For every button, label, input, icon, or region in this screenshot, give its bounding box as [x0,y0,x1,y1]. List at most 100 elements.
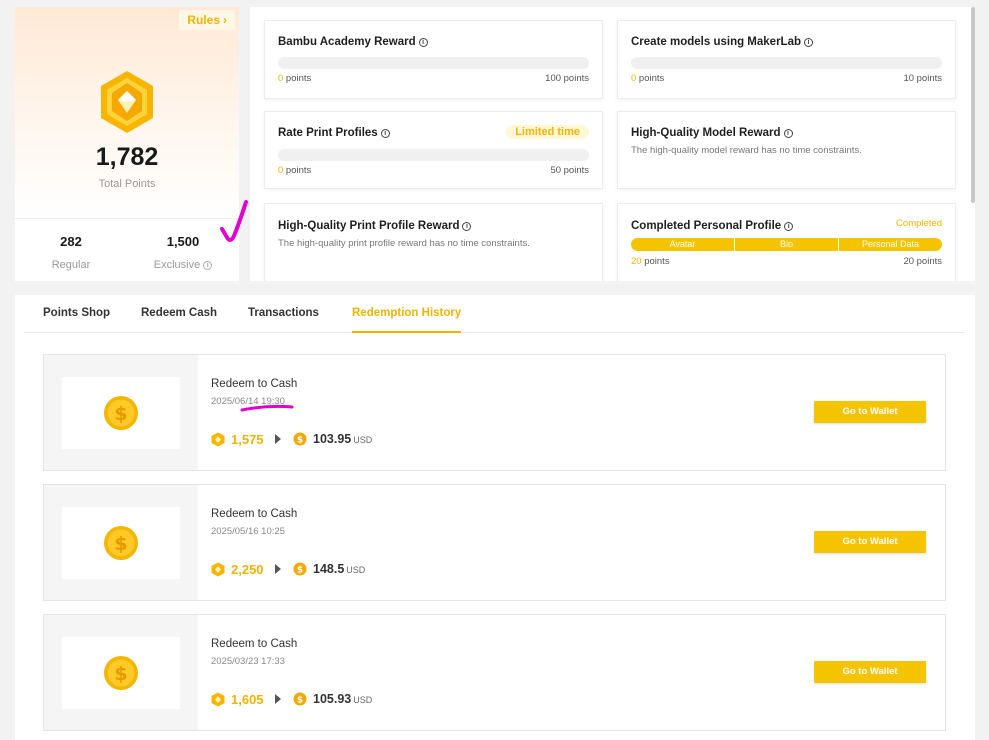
tab-transactions[interactable]: Transactions [248,307,319,331]
points-spent: 2,250 [231,561,264,577]
record-date: 2025/05/16 10:25 [211,526,285,537]
currency-label: USD [346,565,366,575]
progress-bar [278,57,589,69]
segment-bio: Bio [735,238,839,251]
points-unit: points [641,256,670,267]
points-icon [211,562,225,576]
go-to-wallet-button[interactable]: Go to Wallet [814,661,926,683]
redemption-record: $ Redeem to Cash 2025/03/23 17:33 1,605 … [43,614,946,731]
limited-time-badge: Limited time [506,125,589,139]
segment-personal-data: Personal Data [861,239,920,249]
svg-text:$: $ [297,436,303,446]
points-medal-icon [101,71,153,133]
info-icon[interactable]: i [203,261,213,270]
arrow-right-icon [275,694,281,704]
task-title: High-Quality Print Profile Reward [278,220,460,232]
svg-text:$: $ [114,403,127,425]
profile-progress-segments: Avatar Bio Personal Data [631,238,942,251]
record-title: Redeem to Cash [211,508,298,520]
reward-tasks-panel: Bambu Academy Reward i 0 points 100 point… [250,7,975,281]
tab-points-shop[interactable]: Points Shop [43,307,110,331]
task-card-rate-profiles: Rate Print Profiles i Limited time 0 poin… [264,111,603,189]
task-title-row: High-Quality Print Profile Reward i [278,220,472,232]
tab-bar: Points Shop Redeem Cash Transactions Red… [24,295,964,333]
info-icon[interactable]: i [783,129,793,138]
progress-bar [278,149,589,161]
record-thumbnail-area: $ [44,355,198,470]
tab-redemption-history[interactable]: Redemption History [352,307,462,333]
svg-text:$: $ [297,696,303,706]
task-title: Rate Print Profiles [278,127,378,139]
task-description: The high-quality model reward has no tim… [631,145,862,156]
points-icon [211,432,225,446]
task-card-makerlab: Create models using MakerLab i 0 points 1… [617,20,956,99]
cash-amount: 105.93 [313,692,352,706]
tab-redeem-cash[interactable]: Redeem Cash [141,307,217,331]
currency-label: USD [353,695,373,705]
record-title: Redeem to Cash [211,638,298,650]
regular-points-stat: 282 Regular [21,234,121,271]
redemption-record: $ Redeem to Cash 2025/06/14 19:30 1,575 … [43,354,946,471]
svg-text:$: $ [297,566,303,576]
task-title: High-Quality Model Reward [631,127,781,139]
segment-avatar: Avatar [631,238,735,251]
go-to-wallet-button[interactable]: Go to Wallet [814,401,926,423]
task-title: Bambu Academy Reward [278,36,416,48]
max-points: 100 points [545,73,589,84]
cash-coin-icon: $ [293,562,307,576]
current-points-value: 20 [631,256,642,267]
task-title-row: Completed Personal Profile i [631,220,794,232]
divider [15,218,239,219]
go-to-wallet-button[interactable]: Go to Wallet [814,531,926,553]
task-title: Completed Personal Profile [631,220,782,232]
dollar-coin-icon: $ [104,526,138,560]
info-icon[interactable]: i [784,222,794,231]
task-title-row: Create models using MakerLab i [631,36,813,48]
record-thumbnail-area: $ [44,485,198,600]
max-points: 50 points [550,165,589,176]
info-icon[interactable]: i [418,38,428,47]
scrollbar[interactable] [971,7,975,203]
exchange-summary: 1,605 $ 105.93 USD [211,691,372,707]
record-thumbnail-area: $ [44,615,198,730]
arrow-right-icon [275,434,281,444]
redemption-record: $ Redeem to Cash 2025/05/16 10:25 2,250 … [43,484,946,601]
svg-text:$: $ [114,533,127,555]
points-main-panel: Points Shop Redeem Cash Transactions Red… [15,295,975,740]
exclusive-points-label: Exclusive [153,259,201,271]
max-points: 10 points [903,73,942,84]
task-card-academy: Bambu Academy Reward i 0 points 100 point… [264,20,603,99]
checkmark-annotation-icon [220,200,248,242]
task-title-row: Bambu Academy Reward i [278,36,428,48]
rules-link[interactable]: Rules › [179,10,235,30]
task-card-hq-model: High-Quality Model Reward i The high-qual… [617,111,956,189]
progress-bar [631,57,942,69]
cash-amount: 148.5 [313,562,345,576]
info-icon[interactable]: i [804,38,813,47]
currency-label: USD [353,435,373,445]
task-description: The high-quality print profile reward ha… [278,238,530,249]
info-icon[interactable]: i [462,222,472,231]
points-summary-card: Rules › 1,782 Total Points 282 Regular 1,… [15,7,239,281]
points-unit: points [283,165,312,176]
exclusive-points-label-row: Exclusive i [133,259,233,271]
svg-text:$: $ [114,663,127,685]
record-thumbnail: $ [62,637,180,709]
record-title: Redeem to Cash [211,378,298,390]
task-card-personal-profile: Completed Personal Profile i Completed Av… [617,203,956,281]
cash-coin-icon: $ [293,692,307,706]
points-unit: points [283,73,312,84]
record-thumbnail: $ [62,507,180,579]
completed-status: Completed [896,218,942,229]
current-points: 0 points [278,73,311,84]
points-unit: points [636,73,665,84]
regular-points-value: 282 [60,234,82,249]
total-points-value: 1,782 [95,143,159,171]
info-icon[interactable]: i [380,129,390,138]
record-date: 2025/03/23 17:33 [211,656,285,667]
task-card-hq-print-profile: High-Quality Print Profile Reward i The h… [264,203,603,281]
exclusive-points-stat: 1,500 Exclusive i [133,234,233,271]
cash-coin-icon: $ [293,432,307,446]
cash-amount: 103.95 [313,432,352,446]
current-points: 0 points [631,73,664,84]
